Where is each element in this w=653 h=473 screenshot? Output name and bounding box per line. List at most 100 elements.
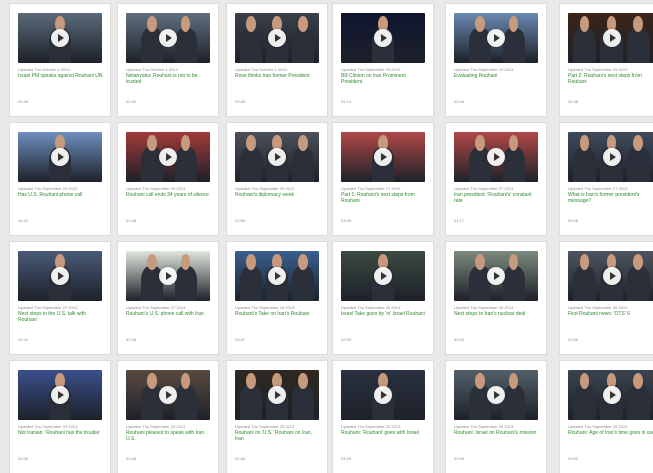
video-card[interactable]: Updated Thu September 26 2013 Next steps … — [446, 242, 546, 354]
play-icon[interactable] — [487, 29, 505, 47]
video-card[interactable]: Updated Thu September 25 2013 Rouhani: Is… — [446, 361, 546, 473]
video-title-link[interactable]: Israel PM speaks against Rouhani UN — [18, 73, 104, 79]
play-icon[interactable] — [268, 386, 286, 404]
play-icon[interactable] — [374, 267, 392, 285]
video-title-link[interactable]: Rouhani's diplomacy week — [235, 192, 321, 198]
video-title-link[interactable]: Next steps in the U.S. talk with Rouhani — [18, 311, 104, 323]
video-title-link[interactable]: Part 2: Rouhani's next steps from Rouhan… — [568, 73, 653, 85]
video-card[interactable]: Updated Thu September 29 2013 Bill Clinto… — [333, 4, 433, 116]
video-thumbnail[interactable] — [235, 370, 319, 420]
video-card[interactable]: Updated Thu September 29 2013 Has U.S. Ro… — [10, 123, 110, 235]
video-card[interactable]: Updated Thu September 29 2013 Rouhani cal… — [118, 123, 218, 235]
play-icon[interactable] — [487, 267, 505, 285]
play-icon[interactable] — [374, 29, 392, 47]
video-thumbnail[interactable] — [18, 370, 102, 420]
play-icon[interactable] — [602, 386, 621, 404]
play-icon[interactable] — [268, 267, 286, 285]
video-title-link[interactable]: Rove thinks Iran former President — [235, 73, 321, 79]
video-thumbnail[interactable] — [341, 251, 425, 301]
video-card[interactable]: Updated Thu September 26 2013 Rouhani's T… — [227, 242, 327, 354]
video-thumbnail[interactable] — [18, 13, 102, 63]
video-thumbnail[interactable] — [235, 251, 319, 301]
play-icon[interactable] — [374, 148, 392, 166]
play-icon[interactable] — [487, 386, 505, 404]
video-title-link[interactable]: Rouhani: 'Rouhani' goes with Israel — [341, 430, 427, 436]
video-thumbnail[interactable] — [126, 251, 210, 301]
video-card[interactable]: Updated Thu September 26 2013 Israel Take… — [333, 242, 433, 354]
video-card[interactable]: Updated Thu September 29 2013 Part 2: Rou… — [560, 4, 653, 116]
video-thumbnail[interactable] — [18, 132, 102, 182]
video-card[interactable]: Updated Thu October 1 2013 Israel PM spea… — [10, 4, 110, 116]
video-title-link[interactable]: Rouhani call ends 34 years of silence — [126, 192, 212, 198]
video-title-link[interactable]: Rouhani's Take on Iran's Rouhani — [235, 311, 321, 317]
play-icon[interactable] — [159, 148, 177, 166]
video-thumbnail[interactable] — [341, 370, 425, 420]
play-icon[interactable] — [51, 267, 69, 285]
play-icon[interactable] — [602, 29, 621, 47]
video-title-link[interactable]: Rouhani pleased to speak with Iran U.S. — [126, 430, 212, 442]
video-card[interactable]: Updated Thu September 27 2013 Rouhani's U… — [118, 242, 218, 354]
play-icon[interactable] — [268, 148, 286, 166]
video-card[interactable]: Updated Thu September 29 2013 Rouhani's d… — [227, 123, 327, 235]
video-thumbnail[interactable] — [235, 132, 319, 182]
video-meta: Updated Thu September 25 2013 Rouhani: Is… — [454, 424, 540, 436]
play-icon[interactable] — [159, 29, 177, 47]
play-icon[interactable] — [602, 267, 621, 285]
video-title-link[interactable]: Next steps to Iran's nuclear deal — [454, 311, 540, 317]
video-title-link[interactable]: Evaluating Rouhani — [454, 73, 540, 79]
video-thumbnail[interactable] — [568, 370, 653, 420]
video-title-link[interactable]: Netanyahu: Rouhani is not to be trusted — [126, 73, 212, 85]
play-icon[interactable] — [602, 148, 621, 166]
play-icon[interactable] — [159, 267, 177, 285]
video-duration: 01:56 — [235, 218, 246, 223]
video-title-link[interactable]: Rouhani: Israel on Rouhani's mission — [454, 430, 540, 436]
video-title-link[interactable]: Rouhani on 'U.S.' Rouhani on Iran, Iran — [235, 430, 321, 442]
video-thumbnail[interactable] — [454, 13, 538, 63]
video-title-link[interactable]: Israel Take goes by 'in' Israel Rouhani — [341, 311, 427, 317]
video-title-link[interactable]: Bill Clinton on Iran Prominent President — [341, 73, 427, 85]
video-thumbnail[interactable] — [568, 13, 653, 63]
video-thumbnail[interactable] — [18, 251, 102, 301]
play-icon[interactable] — [51, 148, 69, 166]
video-card[interactable]: Updated Thu September 27 2013 Iran presid… — [446, 123, 546, 235]
play-icon[interactable] — [374, 386, 392, 404]
video-card[interactable]: Updated Thu October 1 2013 Netanyahu: Rou… — [118, 4, 218, 116]
video-card[interactable]: Updated Thu September 27 2013 Part 1: Rou… — [333, 123, 433, 235]
video-thumbnail[interactable] — [126, 370, 210, 420]
video-thumbnail[interactable] — [454, 370, 538, 420]
video-title-link[interactable]: Not Iranian: 'Rouhani has the trouble' — [18, 430, 104, 436]
video-title-link[interactable]: First Rouhani news: 'OTS' 6 — [568, 311, 653, 317]
video-meta: Updated Thu September 26 2013 Rouhani's T… — [235, 305, 321, 317]
video-card[interactable]: Updated Thu September 26 2013 First Rouha… — [560, 242, 653, 354]
video-title-link[interactable]: Has U.S. Rouhani phone call — [18, 192, 104, 198]
video-card[interactable]: Updated Thu September 25 2013 Rouhani: 'R… — [333, 361, 433, 473]
video-card[interactable]: Updated Thu October 1 2013 Rove thinks Ir… — [227, 4, 327, 116]
video-card[interactable]: Updated Thu September 25 2013 Rouhani: Ag… — [560, 361, 653, 473]
video-thumbnail[interactable] — [568, 251, 653, 301]
video-thumbnail[interactable] — [126, 13, 210, 63]
video-title-link[interactable]: Part 1: Rouhani's next steps from Rouhan… — [341, 192, 427, 204]
play-icon[interactable] — [159, 386, 177, 404]
video-thumbnail[interactable] — [341, 13, 425, 63]
play-icon[interactable] — [487, 148, 505, 166]
play-icon[interactable] — [51, 386, 69, 404]
video-title-link[interactable]: What is Iran's former president's messag… — [568, 192, 653, 204]
play-icon[interactable] — [268, 29, 286, 47]
video-card[interactable]: Updated Thu September 29 2013 Evaluating … — [446, 4, 546, 116]
video-card[interactable]: Updated Thu September 27 2013 Next steps … — [10, 242, 110, 354]
video-thumbnail[interactable] — [235, 13, 319, 63]
thumbnail-figure — [174, 373, 197, 420]
video-title-link[interactable]: Iran president: 'Rouhani's' constant rat… — [454, 192, 540, 204]
video-card[interactable]: Updated Thu September 25 2013 Rouhani ple… — [118, 361, 218, 473]
video-thumbnail[interactable] — [568, 132, 653, 182]
video-thumbnail[interactable] — [454, 251, 538, 301]
video-card[interactable]: Updated Thu September 27 2013 What is Ira… — [560, 123, 653, 235]
video-title-link[interactable]: Rouhani: Age of Iran's time goes in use — [568, 430, 653, 436]
video-card[interactable]: Updated Thu September 25 2013 Rouhani on … — [227, 361, 327, 473]
play-icon[interactable] — [51, 29, 69, 47]
video-card[interactable]: Updated Thu September 25 2013 Not Iranian… — [10, 361, 110, 473]
video-thumbnail[interactable] — [454, 132, 538, 182]
video-thumbnail[interactable] — [126, 132, 210, 182]
video-thumbnail[interactable] — [341, 132, 425, 182]
video-title-link[interactable]: Rouhani's U.S. phone call with Iran — [126, 311, 212, 317]
